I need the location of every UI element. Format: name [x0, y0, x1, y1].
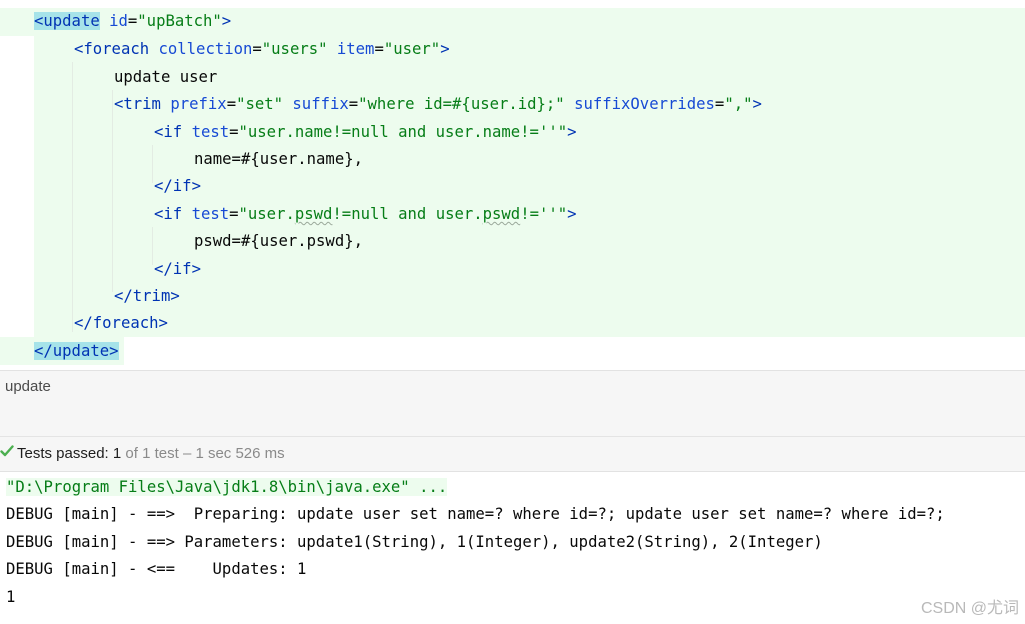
console-line: 1: [6, 588, 16, 606]
attr-value: "upBatch": [137, 12, 222, 30]
code-line-4[interactable]: <trim prefix="set" suffix="where id=#{us…: [114, 91, 762, 118]
update-open-tag-highlight: <update: [34, 12, 100, 30]
console-line: "D:\Program Files\Java\jdk1.8\bin\java.e…: [6, 474, 448, 501]
spelling-warning: pswd: [482, 205, 521, 223]
code-editor[interactable]: <update id="upBatch"> <foreach collectio…: [0, 0, 1025, 368]
console-line: DEBUG [main] - <== Updates: 1: [6, 560, 307, 578]
code-line-9[interactable]: pswd=#{user.pswd},: [194, 228, 363, 255]
java-command: "D:\Program Files\Java\jdk1.8\bin\java.e…: [6, 478, 448, 496]
code-line-11[interactable]: </trim>: [114, 283, 180, 310]
check-icon: [0, 445, 14, 457]
spelling-warning: pswd: [294, 205, 333, 223]
console-line: DEBUG [main] - ==> Preparing: update use…: [6, 505, 945, 523]
test-status-bar: Tests passed: 1 of 1 test – 1 sec 526 ms: [0, 437, 1025, 472]
breadcrumb[interactable]: update: [0, 370, 1025, 404]
code-line-7[interactable]: </if>: [154, 173, 201, 200]
console-line: DEBUG [main] - ==> Parameters: update1(S…: [6, 533, 823, 551]
code-line-8[interactable]: <if test="user.pswd!=null and user.pswd!…: [154, 201, 577, 228]
code-line-10[interactable]: </if>: [154, 256, 201, 283]
code-line-6[interactable]: name=#{user.name},: [194, 146, 363, 173]
code-line-12[interactable]: </foreach>: [74, 310, 168, 337]
code-line-1[interactable]: <update id="upBatch">: [34, 8, 231, 35]
watermark: CSDN @尤词: [920, 600, 1019, 617]
code-line-2[interactable]: <foreach collection="users" item="user">: [74, 36, 450, 63]
update-close-tag-highlight: </update>: [34, 342, 119, 360]
console-output[interactable]: "D:\Program Files\Java\jdk1.8\bin\java.e…: [0, 472, 1025, 624]
run-toolbar: [0, 403, 1025, 437]
attr-name: id: [109, 12, 128, 30]
breadcrumb-item-update[interactable]: update: [5, 378, 51, 395]
code-line-13[interactable]: </update>: [34, 338, 119, 365]
code-line-3[interactable]: update user: [114, 64, 217, 91]
code-line-5[interactable]: <if test="user.name!=null and user.name!…: [154, 119, 577, 146]
test-status-text: Tests passed: 1 of 1 test – 1 sec 526 ms: [17, 445, 285, 462]
